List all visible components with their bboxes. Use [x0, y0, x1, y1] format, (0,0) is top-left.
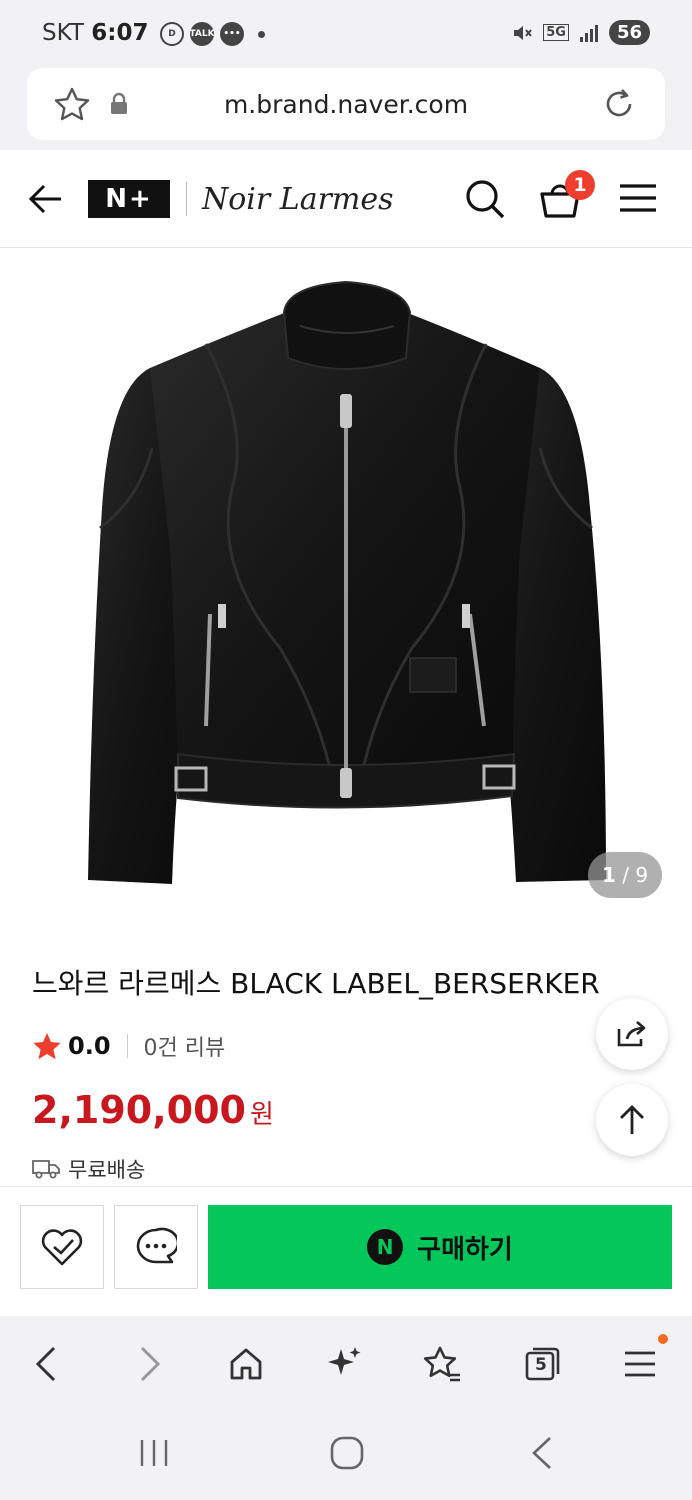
gallery-current: 1 [601, 863, 616, 887]
chevron-left-icon [35, 1346, 56, 1382]
browser-tabs-button[interactable]: 5 [518, 1340, 566, 1388]
mute-icon [514, 25, 532, 40]
price-currency: 원 [249, 1100, 274, 1130]
menu-icon[interactable] [618, 182, 658, 214]
chat-bubble-icon: ••• [220, 22, 244, 46]
leather-jacket-image [88, 280, 606, 884]
gallery-page-counter: 1 / 9 [588, 852, 662, 898]
reload-icon[interactable] [601, 86, 637, 122]
product-title: 느와르 라르메스 BLACK LABEL_BERSERKER [32, 967, 600, 1000]
more-notifications-icon [258, 30, 265, 38]
chat-bubble-icon [136, 1227, 177, 1264]
shipping-label: 무료배송 [68, 1158, 146, 1182]
buy-now-button[interactable]: N 구매하기 [208, 1205, 672, 1289]
back-arrow-icon[interactable] [28, 182, 64, 216]
product-price: 2,190,000 원 [32, 1088, 274, 1132]
browser-bottom-nav: 5 [0, 1316, 692, 1412]
gallery-separator: / [615, 863, 636, 887]
home-icon [230, 1348, 262, 1380]
recents-icon[interactable] [138, 1438, 170, 1468]
talk-chat-button[interactable] [114, 1205, 198, 1289]
system-back-icon[interactable] [530, 1436, 554, 1470]
browser-home-button[interactable] [222, 1340, 270, 1388]
review-count[interactable]: 0건 리뷰 [144, 1030, 226, 1062]
tab-count: 5 [535, 1355, 547, 1375]
store-header: N+ Noir Larmes 1 [0, 150, 692, 248]
status-bar: SKT 6:07 D TALK ••• 5G 56 [0, 0, 692, 68]
browser-toolbar: m.brand.naver.com [0, 68, 692, 150]
share-icon [617, 1021, 646, 1047]
star-icon [33, 1033, 61, 1060]
shipping-info: 무료배송 [32, 1154, 145, 1184]
share-button[interactable] [596, 998, 668, 1070]
browser-forward-button[interactable] [126, 1340, 174, 1388]
scroll-top-button[interactable] [596, 1084, 668, 1156]
gallery-total: 9 [635, 863, 649, 887]
wishlist-button[interactable] [20, 1205, 104, 1289]
status-carrier-time: SKT 6:07 [42, 20, 148, 46]
delivery-truck-icon [32, 1160, 60, 1179]
address-bar[interactable]: m.brand.naver.com [27, 68, 665, 140]
notification-icons: D TALK ••• [160, 22, 265, 46]
star-list-icon [423, 1346, 460, 1382]
search-icon[interactable] [464, 178, 506, 220]
battery-indicator: 56 [608, 20, 650, 45]
rating-divider [126, 1034, 128, 1058]
purchase-bar: N 구매하기 [0, 1186, 692, 1316]
brand-logo[interactable]: Noir Larmes [202, 182, 394, 217]
network-icon: 5G [543, 24, 569, 41]
logo-divider [186, 182, 187, 216]
browser-menu-button[interactable] [616, 1334, 668, 1388]
heart-check-icon [41, 1229, 83, 1266]
url-text[interactable]: m.brand.naver.com [27, 90, 665, 119]
browser-bookmarks-button[interactable] [418, 1340, 466, 1388]
browser-back-button[interactable] [22, 1340, 70, 1388]
system-home-icon[interactable] [330, 1436, 364, 1470]
rating-row[interactable]: 0.0 0건 리뷰 [32, 1030, 225, 1062]
signal-icon [579, 24, 598, 42]
clock: 6:07 [91, 20, 149, 46]
price-value: 2,190,000 [32, 1088, 246, 1132]
cart-count-badge: 1 [565, 170, 595, 200]
product-image-gallery[interactable] [0, 248, 692, 928]
sparkle-icon [328, 1347, 361, 1375]
menu-notification-dot [658, 1334, 668, 1344]
hamburger-icon [625, 1351, 655, 1377]
browser-ai-button[interactable] [320, 1340, 368, 1388]
status-right: 5G 56 [511, 20, 650, 45]
naver-pay-icon: N [367, 1229, 404, 1265]
arrow-up-icon [620, 1105, 644, 1134]
chevron-right-icon [140, 1346, 161, 1382]
nplus-logo[interactable]: N+ [88, 180, 170, 218]
buy-now-label: 구매하기 [417, 1234, 513, 1265]
carrier-label: SKT [42, 20, 84, 46]
kakaotalk-icon: TALK [189, 22, 215, 46]
system-navigation-bar [0, 1412, 692, 1500]
disney-icon: D [160, 22, 184, 46]
rating-score: 0.0 [68, 1032, 111, 1060]
